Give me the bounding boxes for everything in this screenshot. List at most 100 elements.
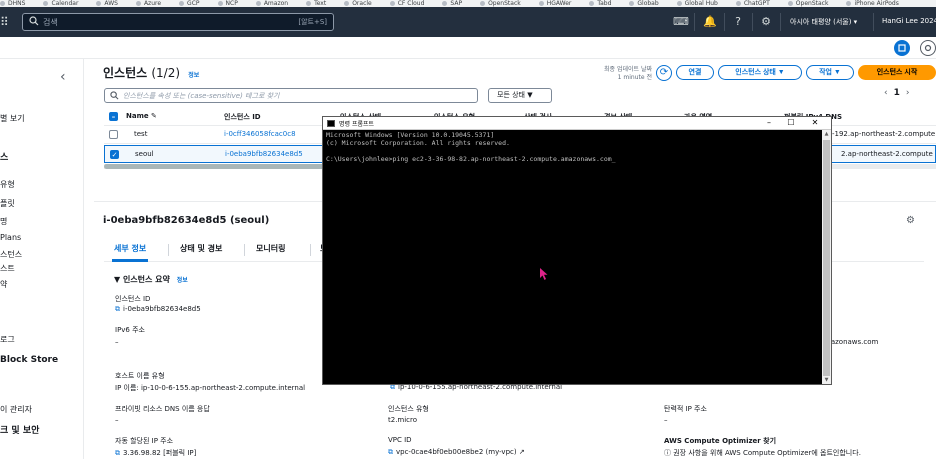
bookmark-item[interactable]: CF Cloud [389,0,424,7]
gear-icon[interactable]: ⚙ [906,215,915,226]
scrollbar-thumb[interactable] [823,140,830,376]
scroll-down-icon[interactable]: ▼ [822,376,831,384]
bookmark-item[interactable]: OpenStack [787,0,828,7]
bookmark-item[interactable]: NCP [217,0,238,7]
sidebar-item[interactable]: Plans [0,233,21,242]
copy-icon[interactable]: ⧉ [115,449,120,457]
bookmark-item[interactable]: Azure [135,0,161,7]
sidebar-item[interactable]: 명 [0,216,7,227]
account-menu[interactable]: HanGi Lee 2024 [882,17,936,25]
bookmark-item[interactable]: GCP [179,0,200,7]
select-all-checkbox[interactable]: – [109,112,118,121]
search-input[interactable] [43,15,283,29]
instance-state-button[interactable]: 인스턴스 상태 ▼ [718,65,802,80]
maximize-button[interactable]: ☐ [781,117,801,129]
bookmark-item[interactable]: Tabd [589,0,611,7]
search-box[interactable]: [알트+S] [22,13,334,31]
instance-summary-heading[interactable]: ▼ 인스턴스 요약 정보 [114,274,188,285]
sidebar-item[interactable]: 약 [0,279,7,290]
bookmark-item[interactable]: ChatGPT [735,0,770,7]
cmd-vertical-scrollbar[interactable]: ▲ ▼ [822,130,831,384]
bookmark-item[interactable]: Text [306,0,326,7]
aws-top-nav: ⠿ [알트+S] ⌨ 🔔 ? ⚙ 아시아 태평양 (서울) ▾ HanGi Le… [0,7,936,37]
sidebar-item[interactable]: 로그 [0,334,15,345]
next-page-icon[interactable]: › [906,88,910,98]
optimizer-value[interactable]: ⓘ 권장 사항을 위해 AWS Compute Optimizer에 옵트인합니… [664,448,861,458]
summary-info-link[interactable]: 정보 [177,277,188,284]
cmd-titlebar[interactable]: 명령 프롬프트 – ☐ ✕ [323,117,831,130]
sidebar-item[interactable]: 플릿 [0,198,15,209]
vpc-link[interactable]: vpc-0cae4bf0eb00e8be2 (my-vpc) [396,448,517,456]
tab-monitoring[interactable]: 모니터링 [256,243,285,254]
sidebar-section-heading[interactable]: 크 및 보안 [0,423,39,436]
bookmark-item[interactable]: OpenStack [480,0,521,7]
col-name[interactable]: Name ✎ [126,112,157,120]
instances-info-link[interactable]: 정보 [188,72,199,79]
state-filter-select[interactable]: 모든 상태 ▼ [488,88,552,103]
sidebar-item[interactable]: 유형 [0,179,15,190]
instance-filter-input[interactable] [123,90,463,101]
tab-status-alarms[interactable]: 상태 및 경보 [180,243,222,254]
row-checkbox[interactable] [109,130,118,139]
sidebar-item[interactable]: 스턴스 [0,249,22,260]
instance-id-link[interactable]: i-0cff346058fcac0c8 [224,130,296,138]
refresh-button[interactable]: ⟳ [656,65,672,81]
sidebar-section-heading[interactable]: Block Store [0,355,58,365]
private-dns-value: – [115,416,119,424]
external-link-icon: ↗ [518,448,525,456]
actions-button[interactable]: 작업 ▼ [806,65,854,80]
instance-public-dns: 2.ap-northeast-2.compute [841,150,933,158]
current-page[interactable]: 1 [894,88,900,98]
bookmark-item[interactable]: HGAWer [538,0,571,7]
cloudshell-icon[interactable]: ⌨ [673,15,689,29]
instances-title-text: 인스턴스 [103,66,148,80]
optimizer-label: AWS Compute Optimizer 찾기 [664,437,777,445]
close-button[interactable]: ✕ [805,117,825,129]
apps-grid-icon[interactable]: ⠿ [0,16,12,28]
bookmark-item[interactable]: AWS [96,0,118,7]
cmd-title: 명령 프롬프트 [339,121,375,128]
scroll-up-icon[interactable]: ▲ [822,130,831,138]
tab-details[interactable]: 세부 정보 [111,243,149,262]
bookmark-item[interactable]: Amazon [255,0,288,7]
help-icon[interactable]: ? [731,15,745,29]
bookmark-item[interactable]: iPhone AirPods [846,0,899,7]
auto-ip-text: 3.36.98.82 [퍼블릭 IP] [123,449,197,457]
prev-page-icon[interactable]: ‹ [884,88,888,98]
row-checkbox-checked[interactable]: ✓ [110,150,119,159]
panel-toggle-icon[interactable] [894,40,910,56]
instance-filter[interactable] [104,88,478,103]
vpc-value[interactable]: ⧉ vpc-0cae4bf0eb00e8be2 (my-vpc) ↗ [388,448,525,457]
elastic-ip-address-label: 탄력적 IP 주소 [664,405,707,413]
instance-summary-text: ▼ 인스턴스 요약 [114,275,170,284]
region-selector[interactable]: 아시아 태평양 (서울) ▾ [790,17,857,27]
chevron-left-icon[interactable]: ‹ [60,69,66,85]
copy-icon[interactable]: ⧉ [115,305,120,313]
connect-button[interactable]: 연결 [676,65,714,80]
bookmark-item[interactable]: Oracle [344,0,372,7]
bookmark-item[interactable]: Calendar [43,0,78,7]
col-instance-id[interactable]: 인스턴스 ID [224,112,261,122]
launch-instance-button[interactable]: 인스턴스 시작 [858,65,936,80]
settings-circle-icon[interactable] [920,40,936,56]
bookmark-item[interactable]: SAP [442,0,462,7]
instance-id-link[interactable]: i-0eba9bfb82634e8d5 [225,150,303,158]
sidebar-item[interactable]: 별 보기 [0,113,25,124]
console-subheader [0,37,936,59]
bell-icon[interactable]: 🔔 [703,15,717,29]
bookmarks-bar: DHNS Calendar AWS Azure GCP NCP Amazon Text Orac… [0,0,936,7]
bookmark-item[interactable]: Global Hub [676,0,718,7]
copy-icon[interactable]: ⧉ [388,448,393,456]
minimize-button[interactable]: – [759,117,779,129]
bookmark-item[interactable]: DHNS [0,0,25,7]
sidebar-item[interactable]: 스트 [0,263,15,274]
command-prompt-window[interactable]: 명령 프롬프트 – ☐ ✕ Microsoft Windows [Version… [322,116,832,385]
cmd-console[interactable]: Microsoft Windows [Version 10.0.19045.53… [326,131,821,163]
gear-icon[interactable]: ⚙ [759,15,773,29]
bookmark-item[interactable]: Globab [629,0,659,7]
public-dns-value: mazonaws.com [824,338,879,346]
sidebar-section-heading[interactable]: 스 [0,150,8,163]
terminal-icon [327,120,335,127]
sidebar-item[interactable]: 이 관리자 [0,404,32,415]
